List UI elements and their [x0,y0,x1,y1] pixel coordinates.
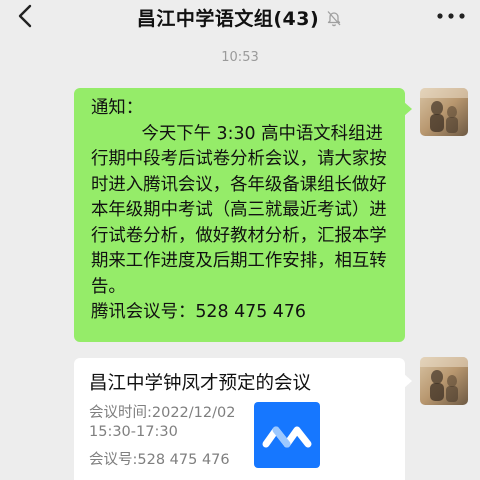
card-tail [404,374,412,388]
sender-avatar[interactable] [420,357,468,405]
bell-slash-icon [327,10,341,26]
sender-avatar[interactable] [420,88,468,136]
notice-heading: 通知： [91,98,144,118]
message-timestamp: 10:53 [221,50,259,65]
chat-title: 昌江中学语文组(43) [136,8,320,30]
meeting-time-label: 会议时间:2022/12/02 [89,405,236,421]
more-dots-icon[interactable] [436,12,466,20]
meeting-card[interactable]: 昌江中学钟凤才预定的会议 会议时间:2022/12/02 15:30-17:30… [74,358,412,480]
avatar-photo [420,88,468,136]
chat-title-area: 昌江中学语文组(43) [0,4,480,31]
meeting-time-range: 15:30-17:30 [89,424,178,440]
notice-body: 今天下午 3:30 高中语文科组进行期中段考后试卷分析会议，请大家按时进入腾讯会… [91,123,387,297]
tencent-meeting-logo-icon [254,402,320,468]
meeting-card-title: 昌江中学钟凤才预定的会议 [89,373,312,394]
notice-message-bubble[interactable]: 通知： 今天下午 3:30 高中语文科组进行期中段考后试卷分析会议，请大家按时进… [74,88,412,342]
chat-header: 昌江中学语文组(43) [0,0,480,34]
meeting-number: 会议号:528 475 476 [89,452,230,468]
meeting-id-line: 腾讯会议号：528 475 476 [91,302,306,322]
bubble-tail [404,102,412,116]
avatar-photo [420,357,468,405]
